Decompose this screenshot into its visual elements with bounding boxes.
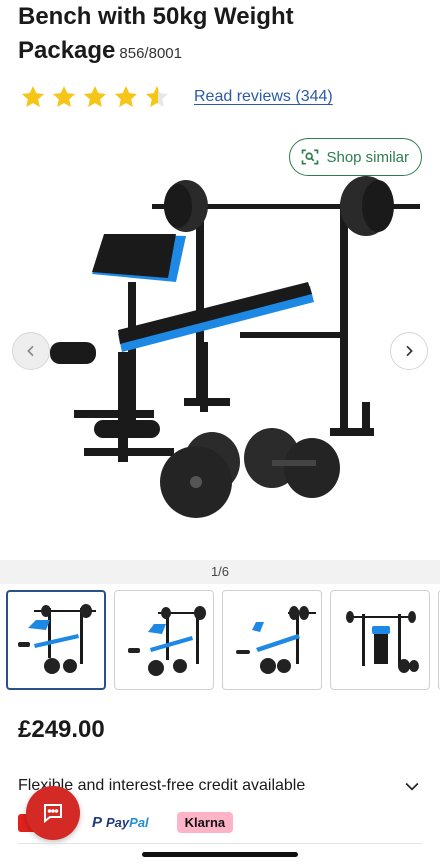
paypal-icon: P xyxy=(92,814,103,831)
klarna-logo: Klarna xyxy=(176,812,234,833)
chevron-left-icon xyxy=(27,345,34,357)
star-icon xyxy=(21,85,45,107)
rating-row: Read reviews (344) xyxy=(20,84,333,110)
next-image-button[interactable] xyxy=(390,332,428,370)
thumbnail-image xyxy=(128,606,206,676)
paypal-pay: Pay xyxy=(106,815,130,830)
thumbnail-2[interactable] xyxy=(114,590,214,690)
thumbnail-image xyxy=(236,606,316,674)
divider xyxy=(18,843,422,844)
thumbnail-image xyxy=(346,611,419,673)
chevron-right-icon xyxy=(406,345,413,357)
paypal-pal: Pal xyxy=(129,815,149,830)
image-counter-text: 1/6 xyxy=(210,564,230,579)
product-sku: 856/8001 xyxy=(119,45,182,62)
paypal-logo: P PayPal xyxy=(92,814,149,831)
product-title-line2: Package xyxy=(18,37,116,64)
credit-options-toggle[interactable]: Flexible and interest-free credit availa… xyxy=(18,776,422,796)
thumbnail-3[interactable] xyxy=(222,590,322,690)
previous-image-button[interactable] xyxy=(12,332,50,370)
star-icon xyxy=(114,85,138,107)
product-title: Bench with 50kg Weight Package 856/8001 xyxy=(18,0,428,71)
thumbnail-4[interactable] xyxy=(330,590,430,690)
star-icon xyxy=(52,85,76,107)
product-gallery[interactable]: Shop similar xyxy=(0,132,440,560)
thumbnail-image xyxy=(18,604,96,674)
read-reviews-link[interactable]: Read reviews (344) xyxy=(194,88,333,106)
image-counter: 1/6 xyxy=(0,560,440,584)
star-icon xyxy=(83,85,107,107)
chat-icon xyxy=(44,804,62,824)
product-title-line1: Bench with 50kg Weight xyxy=(18,3,294,30)
product-image[interactable] xyxy=(0,162,440,522)
star-rating xyxy=(20,84,170,110)
chevron-down-icon xyxy=(405,782,419,791)
chat-button[interactable] xyxy=(26,786,80,840)
thumbnail-1[interactable] xyxy=(6,590,106,690)
thumbnail-strip[interactable] xyxy=(0,590,440,692)
home-indicator[interactable] xyxy=(142,852,298,857)
star-half-icon xyxy=(145,85,169,107)
product-price: £249.00 xyxy=(18,716,105,743)
